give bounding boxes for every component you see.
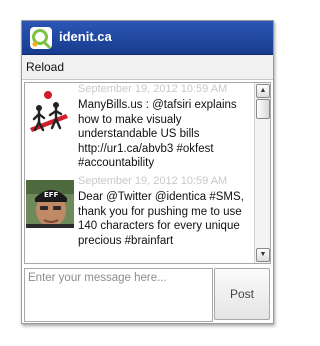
scroll-thumb[interactable]: [256, 99, 270, 119]
message-composer: [24, 268, 213, 322]
post-timestamp: September 19, 2012 10:59 AM: [78, 175, 228, 187]
reload-button[interactable]: Reload: [26, 60, 64, 74]
post-text: Dear @Twitter @identica #SMS, thank you …: [78, 191, 244, 247]
post-button[interactable]: Post: [214, 268, 270, 320]
post-text: ManyBills.us : @tafsiri explains how to …: [78, 99, 237, 169]
manybills-logo-icon: [26, 88, 74, 136]
post-timestamp: September 19, 2012 10:59 AM: [78, 83, 228, 95]
message-input[interactable]: [25, 269, 212, 321]
window-title: idenit.ca: [59, 29, 112, 44]
list-item: September 19, 2012 10:59 AM ManyBills.us…: [25, 83, 254, 175]
svg-text:EFF: EFF: [44, 191, 59, 199]
list-item: EFF September 19, 2012 10:59 AM Dear @Tw…: [25, 175, 254, 263]
title-bar[interactable]: idenit.ca: [22, 21, 273, 55]
app-window: idenit.ca Reload September 19, 2012 10:5…: [21, 20, 274, 324]
user-avatar-icon: EFF: [26, 180, 74, 228]
timeline-feed[interactable]: September 19, 2012 10:59 AM ManyBills.us…: [24, 82, 271, 264]
feed-scrollbar[interactable]: ▲ ▼: [254, 83, 270, 263]
scroll-down-icon[interactable]: ▼: [256, 248, 270, 262]
scroll-up-icon[interactable]: ▲: [256, 84, 270, 98]
toolbar: Reload: [22, 55, 273, 80]
identica-logo-icon: [30, 27, 52, 49]
